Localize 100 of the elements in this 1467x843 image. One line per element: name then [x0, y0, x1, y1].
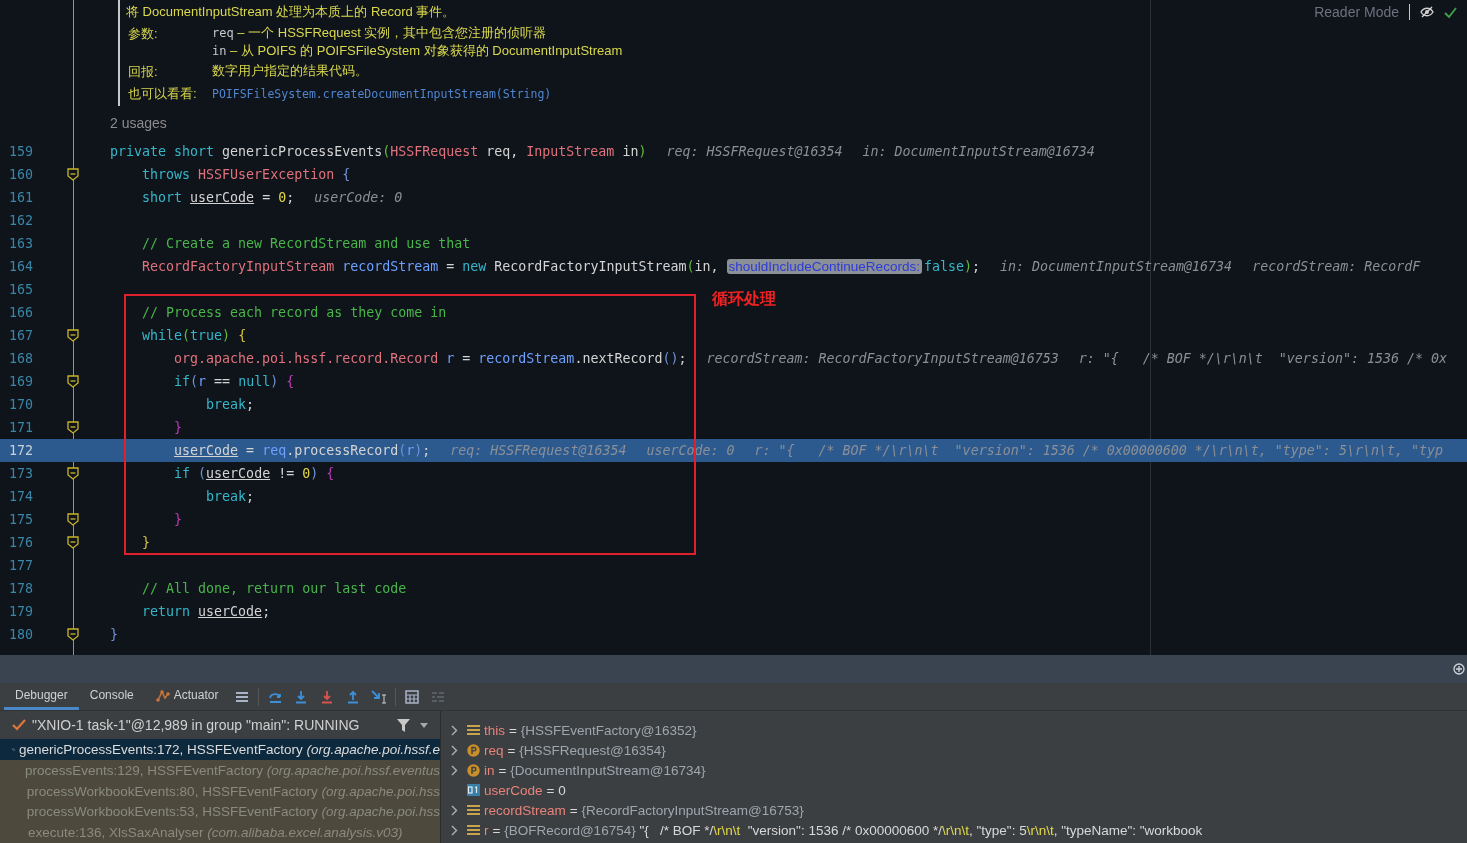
doc-summary: 将 DocumentInputStream 处理为本质上的 Record 事件。 [126, 3, 456, 21]
field-icon [467, 804, 480, 816]
variable-value: = {RecordFactoryInputStream@16753} [569, 802, 804, 818]
fold-icon[interactable] [67, 168, 79, 181]
inline-value-hint: req: HSSFRequest@16354 [666, 144, 843, 159]
variable-value: = {HSSFRequest@16354} [507, 742, 666, 758]
usages-link[interactable]: 2 usages [110, 115, 167, 131]
inline-value-hint: userCode: 0 [314, 190, 403, 205]
variable-value: = {DocumentInputStream@16734} [498, 762, 706, 778]
parameter-hint: shouldIncludeContinueRecords: [726, 259, 922, 274]
line-number: 167 [9, 328, 34, 343]
variable-value: = 0 [546, 782, 566, 798]
code-line: // Create a new RecordStream and use that [141, 236, 471, 251]
inline-value-hint: recordStream: RecordFactoryInputStream@16753 [706, 351, 1059, 366]
primitive-icon [467, 784, 480, 796]
code-line: } [173, 420, 183, 435]
code-line: while(true) { [141, 328, 247, 343]
fold-icon[interactable] [67, 513, 79, 526]
variable-name: userCode [484, 782, 543, 798]
doc-text: 数字用户指定的结果代码。 [212, 62, 369, 80]
line-number: 179 [9, 604, 34, 619]
variable-name: this [484, 722, 505, 738]
line-number: 177 [9, 558, 34, 573]
code-line: } [110, 627, 118, 642]
panel-tab[interactable]: Actuator [144, 683, 230, 710]
line-number: 175 [9, 512, 34, 527]
code-line: private short genericProcessEvents(HSSFRequest req, InputStream in) [110, 144, 647, 159]
line-number: 174 [9, 489, 34, 504]
run-to-cursor-icon [371, 689, 388, 704]
doc-label: 回报: [128, 63, 159, 81]
line-number: 168 [9, 351, 34, 366]
fold-icon[interactable] [67, 421, 79, 434]
menu-icon [235, 690, 250, 703]
code-line: RecordFactoryInputStream recordStream = new RecordFactoryInputStream(in, [141, 259, 720, 274]
panel-tab[interactable]: Debugger [4, 683, 79, 710]
annotation-label: 循环处理 [712, 289, 776, 309]
trace-icon [431, 690, 446, 703]
inline-value-hint: in: DocumentInputStream@16734 [999, 259, 1233, 274]
doc-text: req – 一个 HSSFRequest 实例，其中包含您注册的侦听器 [212, 24, 548, 42]
line-number: 163 [9, 236, 34, 251]
code-line: } [141, 535, 151, 550]
parameter-icon [467, 763, 480, 777]
line-number: 162 [9, 213, 34, 228]
eye-off-icon [1420, 6, 1434, 18]
field-icon [467, 824, 480, 836]
variable-value: = {BOFRecord@16754} "{ /* BOF */\r\n\t "version": 1536 /* 0x00000600 */\r\n\t, "type": 5\r\n\t, "typeName": "workbook [492, 822, 1203, 838]
line-number: 180 [9, 627, 34, 642]
calculator-icon [405, 689, 420, 704]
fold-icon[interactable] [67, 375, 79, 388]
field-icon [467, 724, 480, 736]
variable-name: r [484, 822, 489, 838]
line-number: 165 [9, 282, 34, 297]
inline-value-hint: req: HSSFRequest@16354 [450, 443, 627, 458]
line-number: 159 [9, 144, 34, 159]
fold-icon[interactable] [67, 329, 79, 342]
code-line: // Process each record as they come in [141, 305, 447, 320]
code-line: if (userCode != 0) { [173, 466, 335, 481]
filter-icon [397, 718, 410, 732]
variable-name: req [484, 742, 504, 758]
check-icon [1444, 6, 1457, 18]
code-line: return userCode; [141, 604, 271, 619]
doc-label: 也可以看看: [128, 85, 198, 103]
inline-value-hint: recordStream: RecordF [1252, 259, 1421, 274]
line-number: 176 [9, 535, 34, 550]
code-line: org.apache.poi.hssf.record.Record r = recordStream.nextRecord(); [173, 351, 687, 366]
reader-mode-button[interactable]: Reader Mode [1314, 4, 1399, 20]
code-line: } [173, 512, 183, 527]
code-line: throws HSSFUserException { [141, 167, 351, 182]
doc-label: 参数: [128, 25, 159, 43]
panel-tab[interactable]: Console [78, 683, 145, 710]
line-number: 164 [9, 259, 34, 274]
inline-value-hint: r: "{ /* BOF */\r\n\t "version": 1536 /* 0x [1078, 351, 1447, 366]
doc-text: in – 从 POIFS 的 POIFSFileSystem 对象获得的 DocumentInputStream [212, 42, 624, 60]
force-step-into-icon [320, 689, 335, 704]
line-number: 171 [9, 420, 34, 435]
code-line: short userCode = 0; [141, 190, 295, 205]
line-number: 169 [9, 374, 34, 389]
step-out-icon [346, 689, 361, 704]
variable-name: recordStream [484, 802, 566, 818]
variable-value: = {HSSFEventFactory@16352} [509, 722, 697, 738]
code-line: break; [205, 489, 255, 504]
inline-value-hint: in: DocumentInputStream@16734 [862, 144, 1095, 159]
fold-icon[interactable] [67, 536, 79, 549]
actuator-icon [155, 688, 170, 702]
code-line: if(r == null) { [173, 374, 295, 389]
code-line: break; [205, 397, 255, 412]
fold-icon[interactable] [67, 628, 79, 641]
variable-name: in [484, 762, 495, 778]
line-number: 166 [9, 305, 34, 320]
code-line: // All done, return our last code [141, 581, 407, 596]
inline-value-hint: r: "{ /* BOF */\r\n\t "version": 1536 /* 0x00000600 */\r\n\t, "type": 5\r\n\t, "typ [754, 443, 1443, 458]
thread-selector[interactable]: "XNIO-1 task-1"@12,989 in group "main": RUNNING [32, 717, 391, 734]
line-number: 173 [9, 466, 34, 481]
fold-icon[interactable] [67, 467, 79, 480]
stack-frame[interactable]: genericProcessEvents:172, HSSFEventFactory (org.apache.poi.hssf.e [0, 739, 440, 761]
line-number: 170 [9, 397, 34, 412]
line-number: 178 [9, 581, 34, 596]
code-line: false); [923, 259, 980, 274]
parameter-icon [467, 743, 480, 757]
doc-link[interactable]: POIFSFileSystem.createDocumentInputStream(String) [212, 84, 1467, 104]
